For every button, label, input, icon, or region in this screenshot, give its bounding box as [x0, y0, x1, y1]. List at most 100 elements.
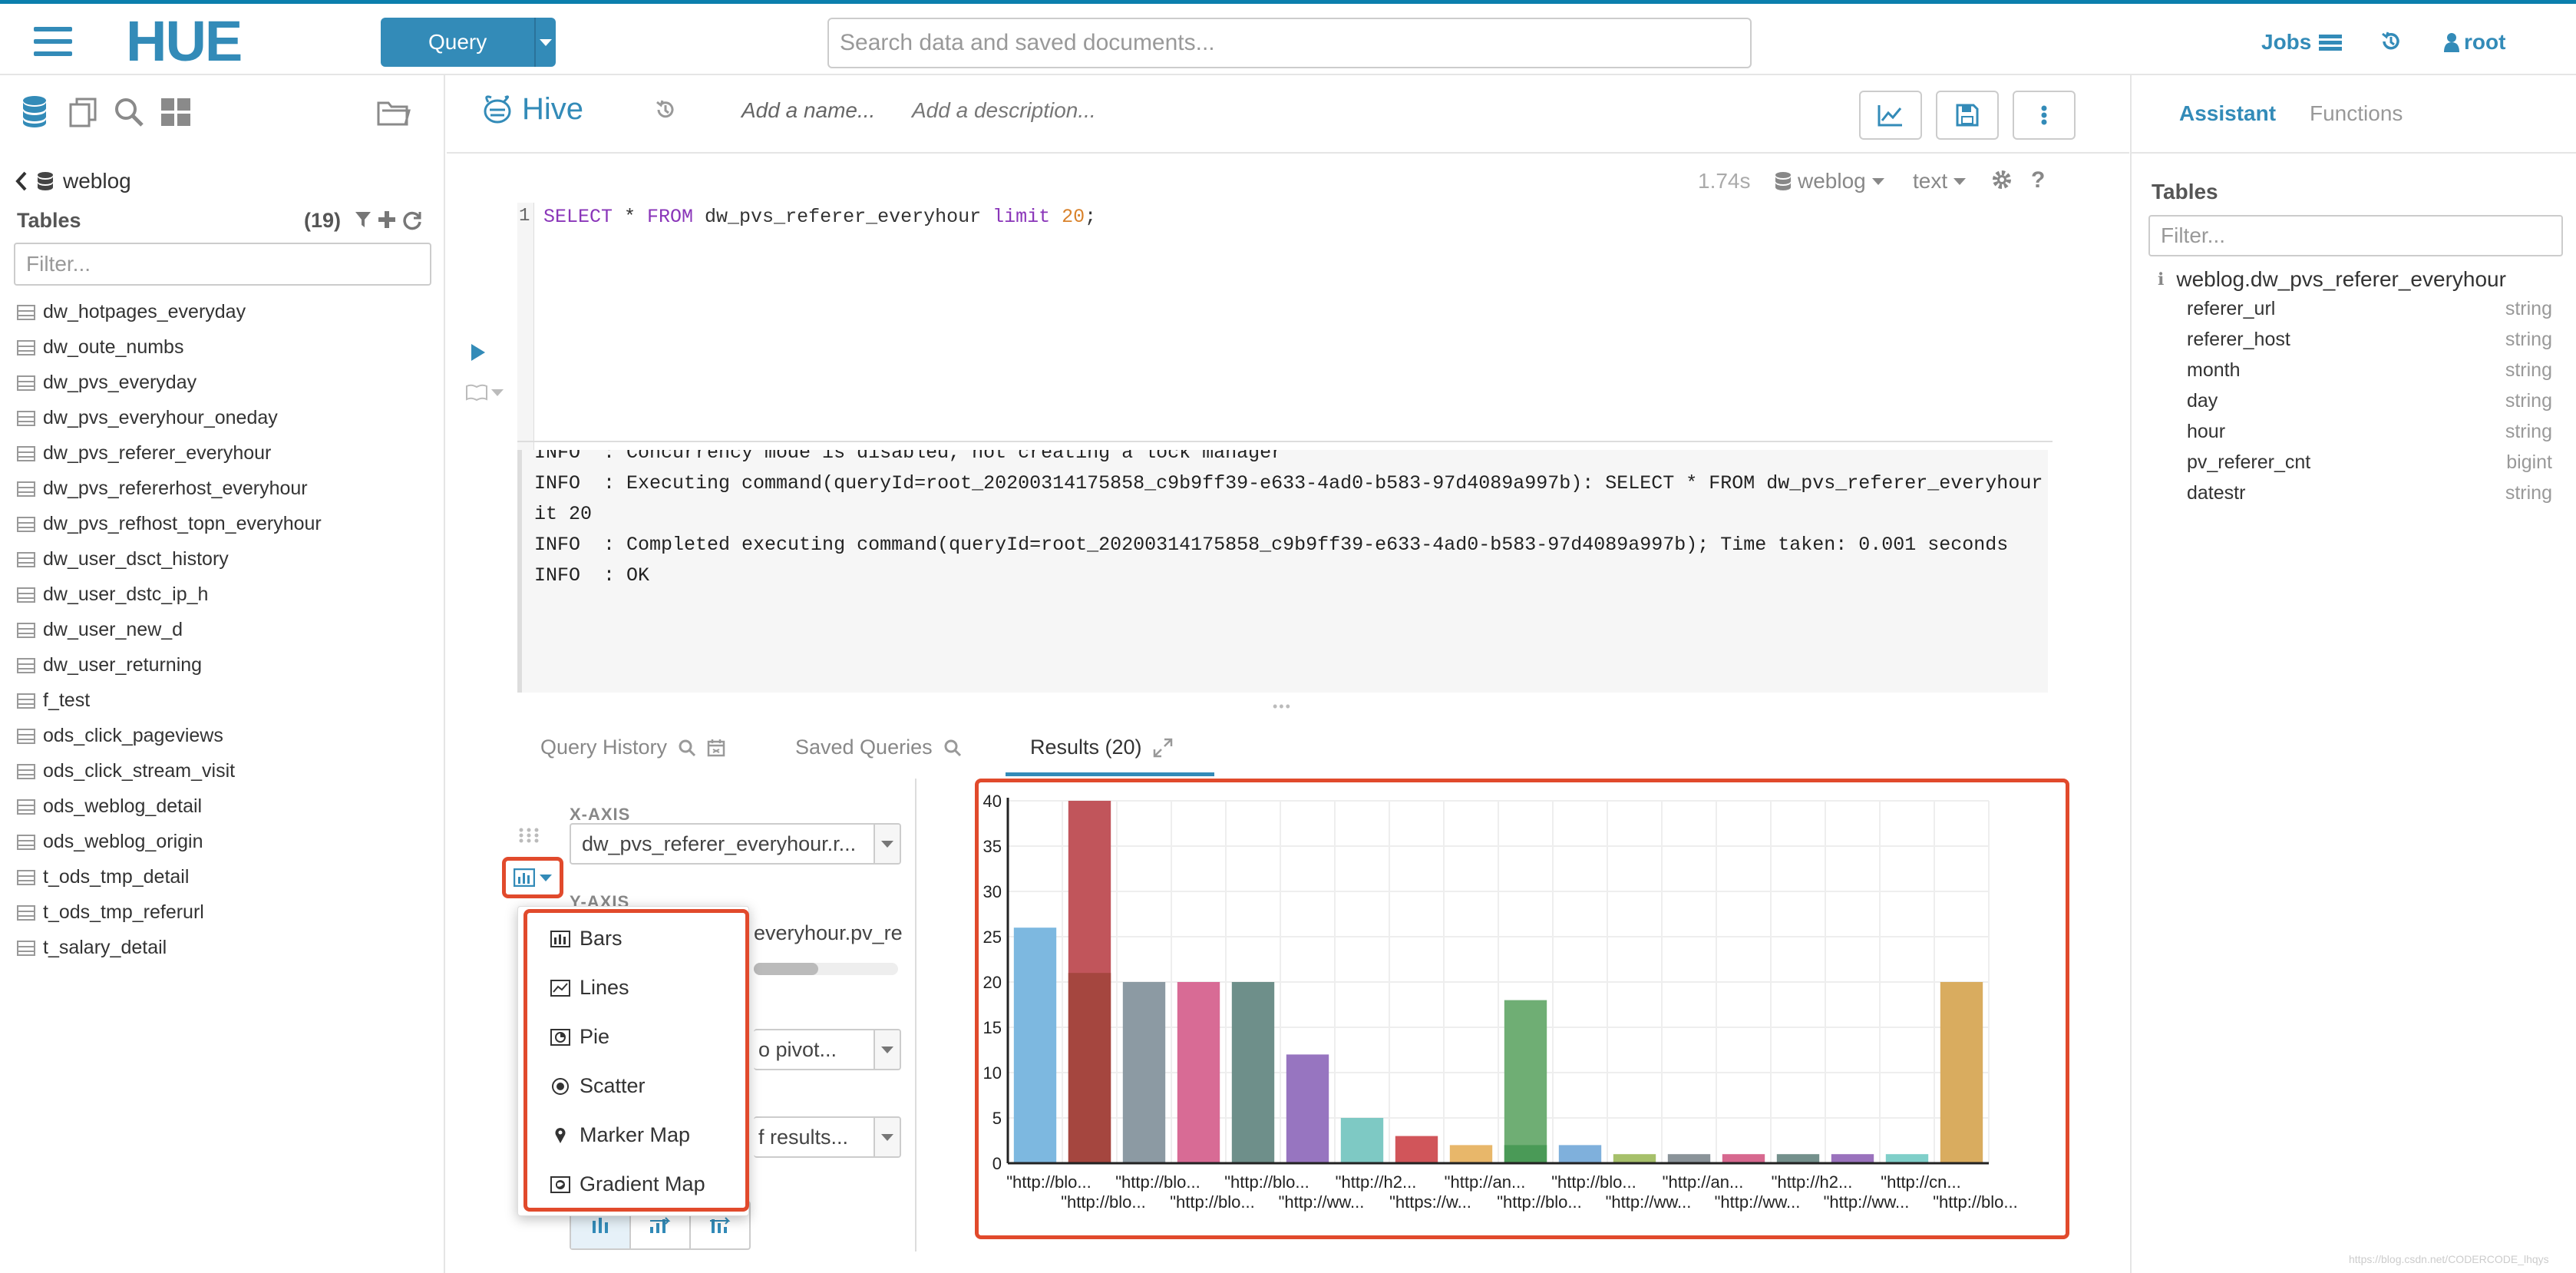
column-row[interactable]: referer_host string — [2187, 329, 2552, 351]
sql-query-line[interactable]: SELECT * FROM dw_pvs_referer_everyhour l… — [543, 206, 1096, 228]
table-icon — [17, 516, 35, 532]
tab-functions[interactable]: Functions — [2310, 101, 2403, 126]
assistant-table-entry[interactable]: ℹ weblog.dw_pvs_referer_everyhour — [2158, 267, 2506, 292]
x-tick-label: "http://ww... — [1715, 1192, 1801, 1212]
database-breadcrumb[interactable]: weblog — [15, 169, 131, 193]
format-selector[interactable]: text — [1913, 169, 1967, 193]
chart-bar — [1722, 1154, 1765, 1163]
chart-bar — [1558, 1145, 1602, 1163]
table-list-item[interactable]: t_salary_detail — [17, 937, 167, 959]
menu-item-bars[interactable]: Bars — [550, 927, 623, 951]
back-chevron-icon[interactable] — [15, 171, 28, 191]
expand-icon[interactable] — [1153, 738, 1173, 758]
editor-header-divider — [447, 152, 2129, 154]
column-row[interactable]: day string — [2187, 390, 2552, 412]
menu-item-pie[interactable]: Pie — [550, 1025, 609, 1049]
table-list-item[interactable]: dw_hotpages_everyday — [17, 301, 246, 323]
save-button[interactable] — [1936, 91, 1999, 140]
sql-table-name: dw_pvs_referer_everyhour — [693, 206, 993, 228]
menu-item-scatter[interactable]: Scatter — [550, 1074, 646, 1098]
y-axis-value[interactable]: everyhour.pv_re — [754, 921, 907, 945]
table-list-item[interactable]: dw_pvs_refererhost_everyhour — [17, 478, 308, 500]
history-search-icon[interactable] — [678, 739, 696, 757]
query-name-field[interactable]: Add a name... — [741, 98, 875, 123]
table-list-item[interactable]: dw_oute_numbs — [17, 336, 183, 359]
table-list-item[interactable]: ods_weblog_detail — [17, 795, 202, 818]
menu-item-gradient-map[interactable]: Gradient Map — [550, 1172, 705, 1196]
global-search-input[interactable]: Search data and saved documents... — [827, 18, 1752, 68]
tab-saved-queries[interactable]: Saved Queries — [795, 736, 962, 759]
table-list-item[interactable]: t_ods_tmp_referurl — [17, 901, 204, 924]
execute-play-icon[interactable] — [470, 342, 487, 366]
menu-item-lines[interactable]: Lines — [550, 976, 629, 1000]
filter-icon[interactable] — [355, 210, 372, 233]
editor-resizer[interactable] — [517, 441, 2053, 442]
column-row[interactable]: datestr string — [2187, 482, 2552, 504]
table-list-item[interactable]: f_test — [17, 689, 90, 712]
settings-gear-icon[interactable] — [1991, 169, 2013, 194]
table-list-item[interactable]: dw_user_dstc_ip_h — [17, 584, 208, 606]
more-options-button[interactable] — [2013, 91, 2076, 140]
y-axis-scrollbar[interactable] — [754, 963, 898, 975]
menu-item-marker-map[interactable]: Marker Map — [550, 1123, 690, 1147]
query-description-field[interactable]: Add a description... — [912, 98, 1096, 123]
hue-logo[interactable]: HUE — [126, 8, 243, 74]
add-table-icon[interactable] — [378, 210, 396, 233]
info-icon[interactable]: ℹ — [2158, 270, 2164, 289]
folder-icon[interactable] — [376, 97, 411, 131]
query-dropdown-caret-icon[interactable] — [534, 18, 556, 67]
table-list-item[interactable]: dw_user_dsct_history — [17, 548, 229, 570]
drag-handle-icon[interactable] — [519, 828, 539, 847]
table-icon — [17, 869, 35, 885]
resize-handle-bottom[interactable]: ••• — [1273, 699, 1292, 715]
table-list-item[interactable]: ods_weblog_origin — [17, 831, 203, 853]
table-list-item[interactable]: t_ods_tmp_detail — [17, 866, 189, 888]
query-button[interactable]: Query — [381, 18, 556, 67]
table-list-item[interactable]: dw_pvs_refhost_topn_everyhour — [17, 513, 322, 535]
assistant-filter-input[interactable]: Filter... — [2148, 215, 2563, 256]
y-axis-scrollbar-thumb[interactable] — [754, 963, 818, 975]
jobs-link[interactable]: Jobs — [2261, 30, 2343, 55]
chart-view-button[interactable] — [1859, 91, 1922, 140]
limit-select[interactable]: f results... — [754, 1116, 901, 1158]
history-icon[interactable] — [2379, 30, 2403, 57]
table-list-item[interactable]: dw_user_returning — [17, 654, 202, 676]
saved-search-icon[interactable] — [943, 739, 962, 757]
query-history-icon[interactable] — [654, 98, 677, 125]
chart-type-toggle[interactable] — [502, 857, 563, 898]
documents-icon[interactable] — [68, 97, 98, 131]
table-list-item[interactable]: dw_pvs_everyday — [17, 372, 197, 394]
table-list-item[interactable]: dw_pvs_referer_everyhour — [17, 442, 271, 465]
y-tick-label: 15 — [983, 1018, 1002, 1037]
database-icon[interactable] — [21, 95, 48, 131]
x-axis-select[interactable]: dw_pvs_referer_everyhour.r... — [570, 823, 901, 865]
search-data-icon[interactable] — [114, 97, 144, 131]
tables-filter-input[interactable]: Filter... — [14, 243, 431, 286]
apps-grid-icon[interactable] — [161, 98, 190, 130]
user-menu[interactable]: root — [2444, 30, 2505, 55]
calendar-icon[interactable] — [707, 739, 725, 757]
database-selector[interactable]: weblog — [1775, 169, 1884, 193]
refresh-icon[interactable] — [402, 210, 422, 234]
table-list-item[interactable]: ods_click_stream_visit — [17, 760, 235, 782]
table-list-item[interactable]: dw_pvs_everyhour_oneday — [17, 407, 278, 429]
pivot-select[interactable]: o pivot... — [754, 1029, 901, 1070]
tab-results[interactable]: Results (20) — [1030, 736, 1173, 759]
hamburger-menu-icon[interactable] — [34, 27, 72, 64]
column-name: day — [2187, 390, 2218, 412]
log-line: INFO : Concurrency mode is disabled, not… — [534, 450, 1283, 464]
column-row[interactable]: pv_referer_cnt bigint — [2187, 451, 2552, 474]
help-icon[interactable]: ? — [2031, 167, 2045, 193]
table-list-item[interactable]: ods_click_pageviews — [17, 725, 223, 747]
column-row[interactable]: month string — [2187, 359, 2552, 382]
pivot-caret-icon — [874, 1030, 900, 1069]
x-tick-label: "http://h2... — [1336, 1172, 1417, 1192]
sql-keyword-limit: limit — [992, 206, 1051, 228]
column-row[interactable]: hour string — [2187, 421, 2552, 443]
column-row[interactable]: referer_url string — [2187, 298, 2552, 320]
snippet-book-icon[interactable] — [465, 384, 504, 401]
hive-engine-title[interactable]: Hive — [481, 92, 583, 127]
tab-assistant[interactable]: Assistant — [2179, 101, 2276, 126]
table-list-item[interactable]: dw_user_new_d — [17, 619, 183, 641]
tab-query-history[interactable]: Query History — [540, 736, 725, 759]
